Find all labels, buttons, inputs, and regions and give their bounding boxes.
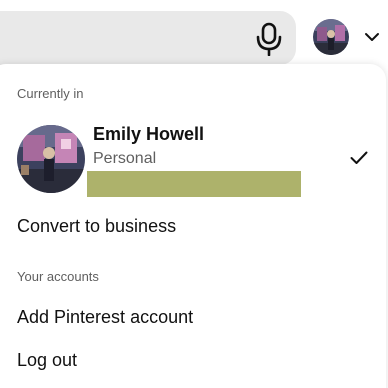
page: Currently in Emily Howell Personal Conve…: [0, 0, 388, 388]
chevron-down-icon[interactable]: [364, 31, 380, 43]
redacted-email: [87, 171, 301, 197]
account-avatar: [17, 125, 85, 193]
profile-photo: [313, 19, 349, 55]
currently-in-label: Currently in: [17, 86, 84, 101]
log-out-button[interactable]: Log out: [17, 350, 77, 371]
your-accounts-label: Your accounts: [17, 269, 99, 284]
profile-avatar-button[interactable]: [313, 19, 349, 55]
add-pinterest-account-button[interactable]: Add Pinterest account: [17, 307, 193, 328]
checkmark-icon: [350, 151, 368, 164]
search-bar[interactable]: [0, 11, 296, 65]
account-photo: [17, 125, 85, 193]
convert-to-business-button[interactable]: Convert to business: [17, 216, 176, 237]
current-account-row[interactable]: Emily Howell Personal: [0, 118, 388, 204]
account-name: Emily Howell: [93, 124, 205, 144]
account-type: Personal: [93, 150, 157, 167]
microphone-icon[interactable]: [254, 22, 284, 56]
